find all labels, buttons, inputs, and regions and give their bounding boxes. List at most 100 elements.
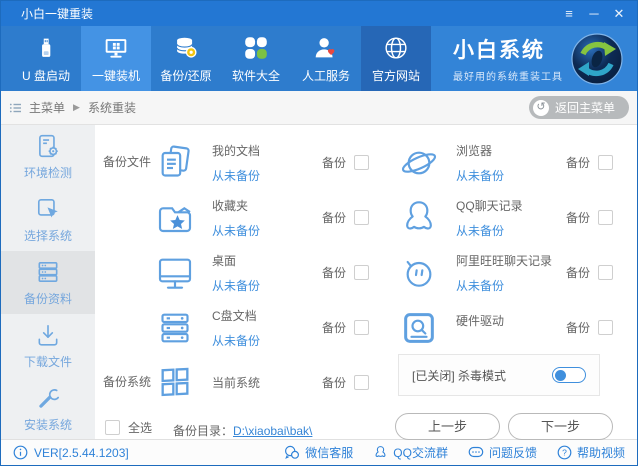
backup-data-icon xyxy=(38,261,58,282)
backup-item-name: 阿里旺旺聊天记录 xyxy=(456,253,553,268)
backup-checkbox[interactable] xyxy=(598,265,614,280)
version-text: VER[2.5.44.1203] xyxy=(34,445,129,460)
backup-status-link[interactable]: 从未备份 xyxy=(212,277,260,294)
backup-items-column-right: 浏览器 从未备份 备份 QQ聊天记录 从未备份 备份 阿里旺旺聊天记录 从未备份… xyxy=(397,135,637,355)
backup-directory-label: 备份目录： xyxy=(173,424,234,438)
backup-item-qq-chat: QQ聊天记录 从未备份 备份 xyxy=(397,190,637,245)
feedback-bubble-icon xyxy=(468,446,484,458)
backup-item-name: 桌面 xyxy=(212,253,237,268)
backup-files-group-label: 备份文件 xyxy=(103,155,152,169)
backup-item-aliwangwang-chat: 阿里旺旺聊天记录 从未备份 备份 xyxy=(397,245,637,300)
nav-item-label: 官方网站 xyxy=(371,69,420,83)
backup-checkbox[interactable] xyxy=(354,320,370,335)
sidebar-item-label: 环境检测 xyxy=(23,165,72,180)
download-icon xyxy=(38,324,58,346)
backup-item-desktop: 桌面 从未备份 备份 xyxy=(153,245,399,300)
backup-item-name: 浏览器 xyxy=(456,143,493,158)
toggle-knob xyxy=(555,369,566,381)
nav-item-one-key-install[interactable]: 一键装机 xyxy=(81,26,151,91)
wechat-icon xyxy=(285,445,300,459)
backup-item-my-documents: 我的文档 从未备份 备份 xyxy=(153,135,399,190)
backup-label: 备份 xyxy=(566,211,591,225)
top-nav: U 盘启动 一键装机 备份/还原 软件大全 人工服务 官方网站 小白系统 最好用… xyxy=(1,26,637,91)
footer-link-label: 问题反馈 xyxy=(488,446,537,460)
backup-item-favorites: 收藏夹 从未备份 备份 xyxy=(153,190,399,245)
backup-label: 备份 xyxy=(566,321,591,335)
sidebar-item-select-system[interactable]: 选择系统 xyxy=(1,188,95,251)
backup-checkbox[interactable] xyxy=(354,374,370,390)
nav-item-official-site[interactable]: 官方网站 xyxy=(361,26,431,91)
titlebar: 小白一键重装 ≡ ─ ✕ xyxy=(1,1,637,26)
select-all-checkbox[interactable] xyxy=(105,420,120,435)
info-icon xyxy=(13,445,28,460)
brand-area: 小白系统 最好用的系统重装工具 xyxy=(431,26,637,91)
sidebar-item-label: 备份资料 xyxy=(23,291,72,306)
backup-status-link[interactable]: 从未备份 xyxy=(212,332,260,349)
sidebar-item-env-check[interactable]: 环境检测 xyxy=(1,125,95,188)
window-title: 小白一键重装 xyxy=(21,7,94,21)
breadcrumb-root[interactable]: 主菜单 xyxy=(29,99,65,116)
backup-status-link[interactable]: 从未备份 xyxy=(456,222,504,239)
wrench-icon xyxy=(39,388,60,408)
browser-icon xyxy=(401,151,437,174)
backup-status-link[interactable]: 从未备份 xyxy=(212,167,260,184)
documents-icon xyxy=(161,145,190,177)
antivirus-toggle[interactable] xyxy=(552,367,586,383)
qq-small-icon xyxy=(375,446,386,457)
backup-item-name: 收藏夹 xyxy=(212,198,249,213)
wechat-service-link[interactable]: 微信客服 xyxy=(284,444,353,461)
backup-checkbox[interactable] xyxy=(598,155,614,170)
window-controls: ≡ ─ ✕ xyxy=(561,5,627,23)
env-check-icon xyxy=(39,134,58,157)
backup-status-link[interactable]: 从未备份 xyxy=(456,277,504,294)
nav-item-backup-restore[interactable]: 备份/还原 xyxy=(151,26,221,91)
backup-status-link[interactable]: 从未备份 xyxy=(456,167,504,184)
backup-item-name: 硬件驱动 xyxy=(456,314,505,328)
sidebar-item-backup-data[interactable]: 备份资料 xyxy=(1,251,95,314)
nav-item-software-collection[interactable]: 软件大全 xyxy=(221,26,291,91)
backup-label: 备份 xyxy=(566,266,591,280)
backup-checkbox[interactable] xyxy=(354,210,370,225)
body: 环境检测 选择系统 备份资料 下载文件 安装系统 备份文件 备份系统 我的文档 … xyxy=(1,125,637,440)
prev-step-button[interactable]: 上一步 xyxy=(395,413,500,440)
desktop-icon xyxy=(158,258,192,289)
backup-item-name: 我的文档 xyxy=(212,143,261,158)
help-video-link[interactable]: ? 帮助视频 xyxy=(557,444,625,461)
nav-item-label: 软件大全 xyxy=(231,69,280,83)
qq-penguin-icon xyxy=(406,200,432,230)
nav-item-human-service[interactable]: 人工服务 xyxy=(291,26,361,91)
backup-checkbox[interactable] xyxy=(598,320,614,335)
sidebar-item-install-system[interactable]: 安装系统 xyxy=(1,377,95,440)
nav-item-usb-boot[interactable]: U 盘启动 xyxy=(11,26,81,91)
backup-item-c-drive: C盘文档 从未备份 备份 xyxy=(153,300,399,355)
backup-checkbox[interactable] xyxy=(354,155,370,170)
sidebar-item-download-files[interactable]: 下载文件 xyxy=(1,314,95,377)
sidebar: 环境检测 选择系统 备份资料 下载文件 安装系统 xyxy=(1,125,95,439)
close-button[interactable]: ✕ xyxy=(611,5,627,23)
c-drive-icon xyxy=(161,313,189,342)
backup-label: 备份 xyxy=(566,156,591,170)
backup-label: 备份 xyxy=(322,211,347,225)
antivirus-mode-panel: [已关闭] 杀毒模式 xyxy=(398,354,600,396)
backup-status-link[interactable]: 从未备份 xyxy=(212,222,260,239)
minimize-button[interactable]: ─ xyxy=(586,5,602,23)
backup-directory: 备份目录：D:\xiaobai\bak\ xyxy=(173,422,312,439)
menu-button[interactable]: ≡ xyxy=(561,5,577,23)
statusbar: VER[2.5.44.1203] 微信客服 QQ交流群 问题反馈 ? 帮助视频 xyxy=(1,439,637,465)
feedback-link[interactable]: 问题反馈 xyxy=(468,444,537,461)
backup-checkbox[interactable] xyxy=(354,265,370,280)
hardware-driver-icon xyxy=(404,312,434,343)
footer-link-label: 微信客服 xyxy=(305,446,354,460)
backup-checkbox[interactable] xyxy=(598,210,614,225)
backup-label: 备份 xyxy=(322,266,347,280)
database-icon xyxy=(176,37,197,58)
return-button-label: 返回主菜单 xyxy=(554,101,615,115)
sidebar-item-label: 下载文件 xyxy=(23,354,72,369)
qq-group-link[interactable]: QQ交流群 xyxy=(373,444,448,461)
usb-icon xyxy=(42,38,51,57)
return-main-menu-button[interactable]: ↺ 返回主菜单 xyxy=(528,96,629,119)
footer-link-label: 帮助视频 xyxy=(576,446,625,460)
brand-slogan: 最好用的系统重装工具 xyxy=(453,72,563,83)
backup-directory-link[interactable]: D:\xiaobai\bak\ xyxy=(233,424,312,438)
next-step-button[interactable]: 下一步 xyxy=(508,413,613,440)
